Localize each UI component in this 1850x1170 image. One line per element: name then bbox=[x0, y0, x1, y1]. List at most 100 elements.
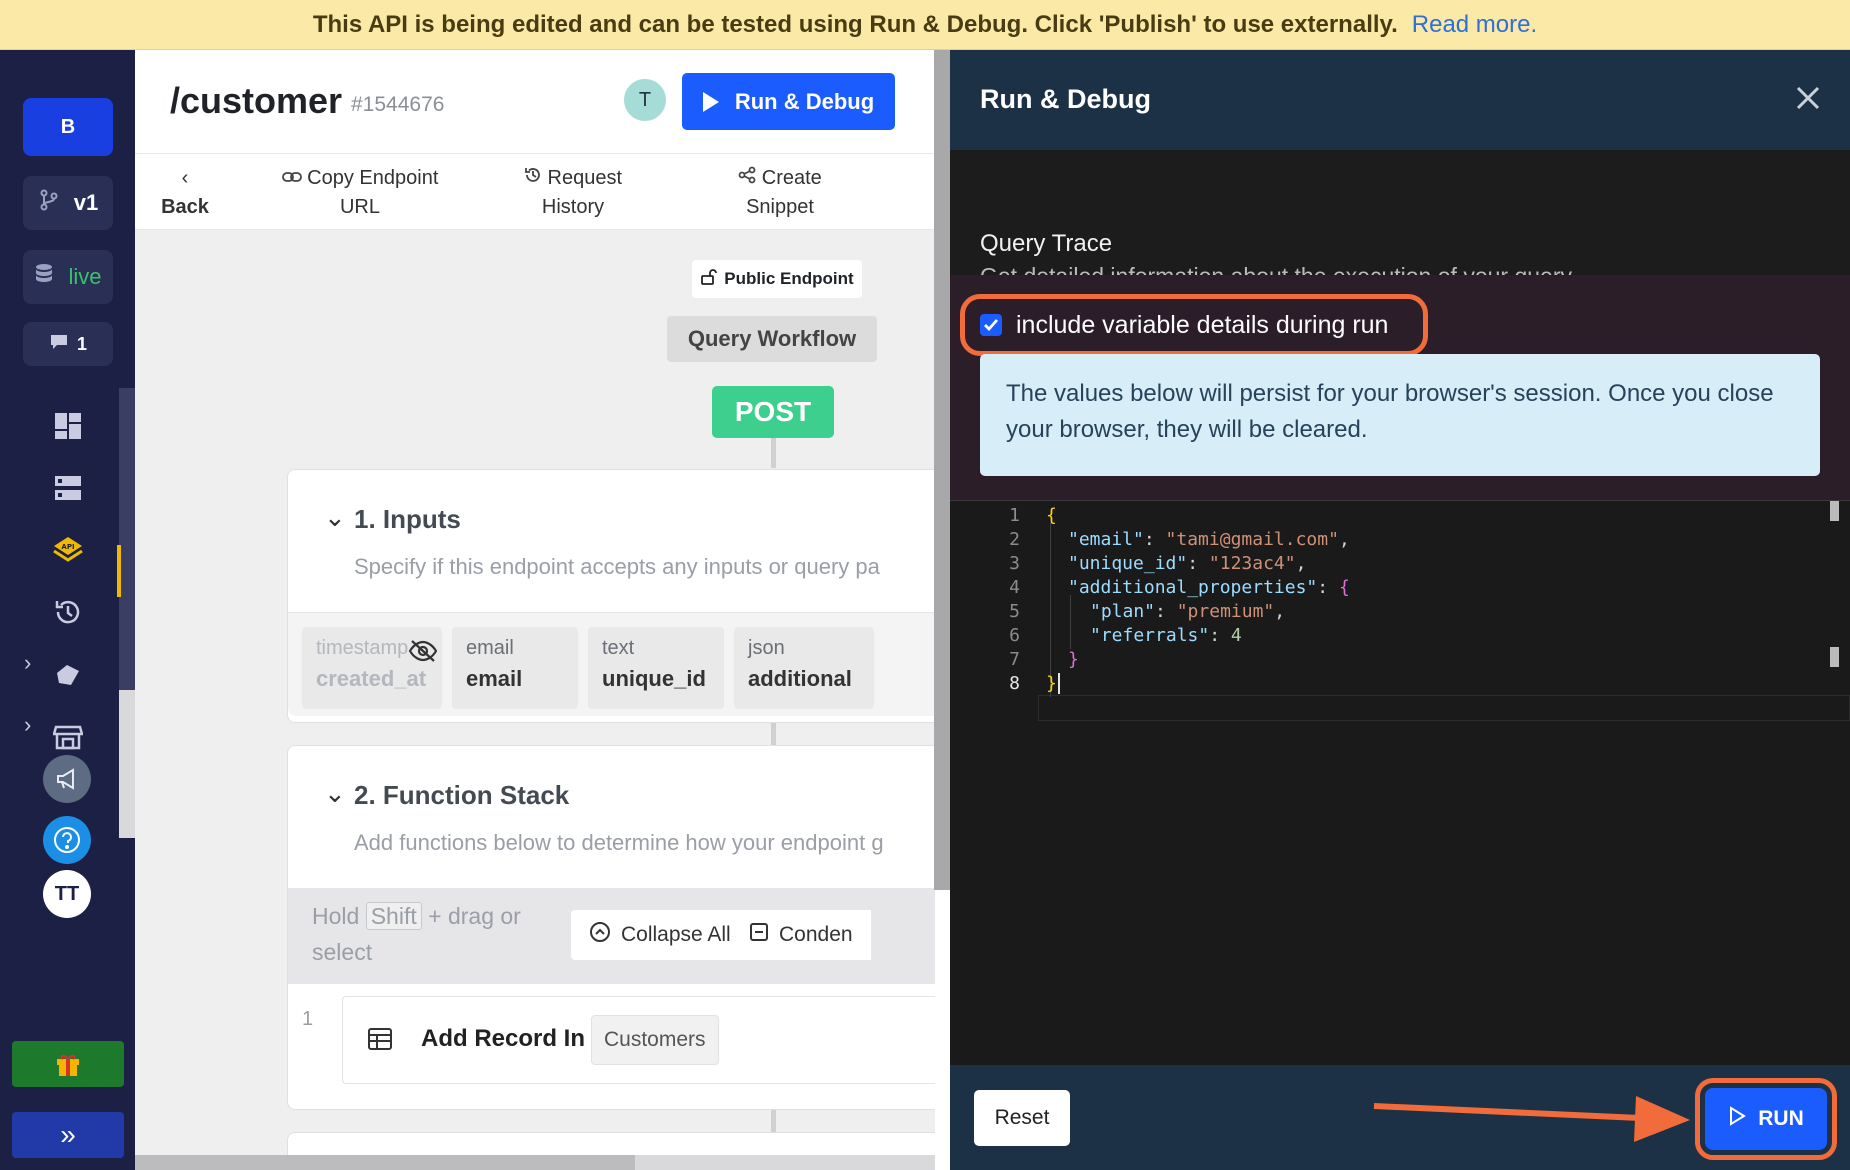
function-stack-toolbar: Hold Shift + drag or select Collapse All… bbox=[288, 888, 935, 984]
comments-count: 1 bbox=[76, 333, 87, 354]
function-row[interactable]: Add Record In Customers bbox=[342, 996, 935, 1084]
request-history-button[interactable]: Request History bbox=[513, 164, 633, 222]
run-debug-button[interactable]: Run & Debug bbox=[682, 73, 895, 130]
banner-message: This API is being edited and can be test… bbox=[312, 10, 1398, 38]
collaborator-avatar[interactable]: T bbox=[622, 77, 668, 123]
code-line: "email": "tami@gmail.com", bbox=[1068, 529, 1350, 550]
environment-selector[interactable]: live bbox=[23, 250, 113, 304]
user-avatar[interactable]: TT bbox=[43, 870, 91, 918]
run-debug-panel: Run & Debug Query Trace Get detailed inf… bbox=[950, 50, 1850, 1170]
active-nav-indicator bbox=[117, 545, 121, 597]
copy-endpoint-url-button[interactable]: Copy Endpoint URL bbox=[275, 164, 445, 222]
condense-icon bbox=[749, 922, 769, 948]
collapse-all-button[interactable]: Collapse All bbox=[571, 910, 749, 960]
workspace-initial: B bbox=[60, 115, 76, 138]
dashboard-icon[interactable] bbox=[48, 406, 88, 446]
panel-resize-divider[interactable] bbox=[934, 50, 950, 890]
workflow-canvas[interactable]: Public Endpoint Query Workflow POST ⌄ 1.… bbox=[135, 230, 935, 1170]
condense-button[interactable]: Conden bbox=[731, 910, 871, 960]
horizontal-scrollbar[interactable] bbox=[135, 1155, 935, 1170]
code-line: "additional_properties": { bbox=[1068, 577, 1350, 598]
json-input-editor[interactable]: 1 2 3 4 5 6 7 8 { "email": "tami@gmail.c… bbox=[950, 500, 1850, 1070]
code-line: "referrals": 4 bbox=[1090, 625, 1242, 646]
inputs-section: ⌄ 1. Inputs Specify if this endpoint acc… bbox=[287, 469, 935, 723]
play-icon bbox=[702, 91, 719, 112]
line-number: 4 bbox=[1009, 577, 1020, 598]
create-snippet-button[interactable]: Create Snippet bbox=[725, 164, 835, 222]
announcements-icon[interactable] bbox=[43, 755, 91, 803]
link-icon bbox=[281, 167, 308, 189]
sidebar-scrollbar-thumb[interactable] bbox=[119, 690, 135, 838]
branch-icon bbox=[38, 189, 60, 217]
current-line-highlight bbox=[1038, 695, 1850, 721]
panel-title: Run & Debug bbox=[980, 84, 1151, 114]
reset-button[interactable]: Reset bbox=[974, 1090, 1070, 1146]
public-endpoint-badge[interactable]: Public Endpoint bbox=[692, 260, 862, 298]
comments-button[interactable]: 1 bbox=[23, 322, 113, 366]
api-icon[interactable]: API bbox=[48, 530, 88, 570]
connector-line bbox=[771, 1110, 776, 1132]
history-small-icon bbox=[524, 167, 548, 189]
connector-line bbox=[771, 438, 776, 468]
gift-button[interactable] bbox=[12, 1041, 124, 1087]
svg-text:API: API bbox=[61, 543, 74, 551]
inputs-list: timestamp created_at email email text un… bbox=[288, 612, 935, 716]
inputs-title[interactable]: 1. Inputs bbox=[354, 504, 461, 535]
run-options: include variable details during run The … bbox=[950, 275, 1850, 500]
input-field-chip[interactable]: timestamp created_at bbox=[302, 627, 442, 709]
query-trace-title: Query Trace bbox=[980, 230, 1113, 257]
input-field-chip[interactable]: json additional bbox=[734, 627, 874, 709]
editor-header: /customer #1544676 T Run & Debug bbox=[135, 50, 935, 153]
code-line: { bbox=[1046, 505, 1057, 526]
expand-sidebar-button[interactable]: » bbox=[12, 1112, 124, 1158]
function-stack-description: Add functions below to determine how you… bbox=[354, 830, 884, 855]
back-button[interactable]: ‹ Back bbox=[145, 164, 225, 222]
run-label: RUN bbox=[1758, 1107, 1804, 1130]
addons-icon[interactable] bbox=[48, 655, 88, 695]
editor-scrollbar[interactable] bbox=[1830, 501, 1842, 1071]
function-stack-title[interactable]: 2. Function Stack bbox=[354, 780, 569, 811]
history-icon[interactable] bbox=[48, 592, 88, 632]
page-title: /customer bbox=[170, 80, 343, 121]
checkbox-checked-icon[interactable] bbox=[980, 314, 1002, 336]
database-icon bbox=[34, 263, 54, 291]
read-more-link[interactable]: Read more. bbox=[1412, 11, 1537, 39]
panel-header: Run & Debug bbox=[950, 50, 1850, 150]
comment-icon bbox=[49, 333, 69, 356]
expand-addons-chevron-icon[interactable]: › bbox=[24, 650, 31, 676]
line-number: 8 bbox=[1009, 673, 1020, 694]
expand-marketplace-chevron-icon[interactable]: › bbox=[24, 712, 31, 738]
marketplace-store-icon[interactable] bbox=[48, 717, 88, 757]
chevron-down-icon[interactable]: ⌄ bbox=[324, 778, 346, 809]
input-field-chip[interactable]: email email bbox=[452, 627, 578, 709]
play-outline-icon bbox=[1728, 1106, 1747, 1132]
http-method-badge: POST bbox=[712, 386, 834, 438]
help-icon[interactable] bbox=[43, 816, 91, 864]
workspace-switcher[interactable]: B bbox=[23, 98, 113, 156]
run-button[interactable]: RUN bbox=[1705, 1088, 1827, 1150]
gift-icon bbox=[57, 1054, 79, 1076]
function-row-number: 1 bbox=[302, 1008, 314, 1030]
public-endpoint-label: Public Endpoint bbox=[724, 269, 854, 288]
line-number: 5 bbox=[1009, 601, 1020, 622]
edit-mode-banner: This API is being edited and can be test… bbox=[0, 0, 1850, 50]
variable-details-toggle[interactable]: include variable details during run bbox=[960, 294, 1428, 356]
close-icon[interactable] bbox=[1788, 78, 1828, 118]
table-tag[interactable]: Customers bbox=[591, 1015, 719, 1065]
input-field-chip[interactable]: text unique_id bbox=[588, 627, 724, 709]
scrollbar-thumb[interactable] bbox=[135, 1155, 635, 1170]
eye-off-icon[interactable] bbox=[408, 639, 438, 668]
double-chevron-right-icon: » bbox=[60, 1119, 76, 1150]
branch-selector[interactable]: v1 bbox=[23, 176, 113, 230]
connector-line bbox=[771, 723, 776, 745]
line-number: 1 bbox=[1009, 505, 1020, 526]
user-initials: TT bbox=[54, 882, 80, 905]
database-tables-icon[interactable] bbox=[48, 468, 88, 508]
chevron-down-icon[interactable]: ⌄ bbox=[324, 502, 346, 533]
run-debug-label: Run & Debug bbox=[734, 88, 875, 114]
chevron-left-icon: ‹ bbox=[181, 167, 189, 189]
query-workflow-label: Query Workflow bbox=[667, 316, 877, 362]
drag-hint: Hold Shift + drag or select bbox=[312, 902, 521, 965]
environment-label: live bbox=[68, 264, 102, 289]
code-line: "unique_id": "123ac4", bbox=[1068, 553, 1307, 574]
